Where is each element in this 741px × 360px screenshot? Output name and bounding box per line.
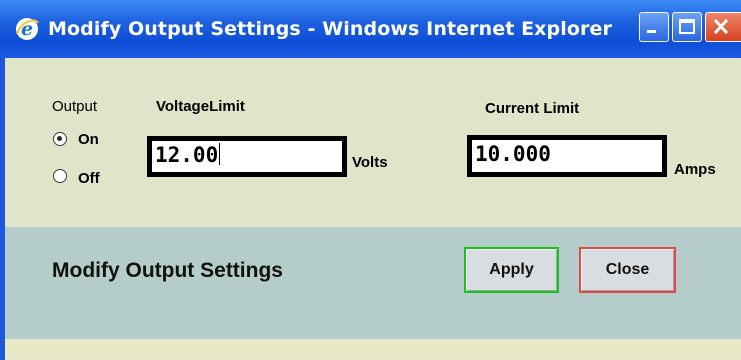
text-cursor	[219, 143, 221, 165]
output-off-label: Off	[78, 170, 100, 187]
action-bar: Modify Output Settings Apply Close	[5, 227, 741, 339]
amps-unit-label: Amps	[674, 161, 716, 178]
output-on-label: On	[78, 131, 99, 148]
apply-button[interactable]: Apply	[464, 247, 559, 293]
settings-panel: Output On Off VoltageLimit 12.00 Volts C…	[5, 58, 741, 227]
close-button[interactable]: Close	[579, 247, 676, 293]
maximize-icon	[679, 19, 695, 34]
title-bar[interactable]: e Modify Output Settings - Windows Inter…	[0, 0, 741, 58]
volts-unit-label: Volts	[352, 154, 388, 171]
window-title: Modify Output Settings - Windows Interne…	[48, 18, 612, 40]
output-off-radio[interactable]	[53, 169, 67, 183]
internet-explorer-icon: e	[16, 18, 39, 40]
browser-window: e Modify Output Settings - Windows Inter…	[0, 0, 741, 360]
action-title: Modify Output Settings	[52, 259, 283, 282]
current-limit-input[interactable]: 10.000	[467, 135, 667, 177]
voltage-limit-input[interactable]: 12.00	[147, 136, 347, 177]
close-icon	[713, 18, 729, 35]
output-on-radio[interactable]	[53, 132, 67, 146]
maximize-button[interactable]	[672, 12, 702, 42]
output-label: Output	[52, 98, 98, 115]
minimize-icon	[647, 30, 656, 33]
minimize-button[interactable]	[639, 12, 669, 42]
voltage-limit-value: 12.00	[155, 143, 219, 167]
close-window-button[interactable]	[705, 12, 741, 42]
current-limit-label: Current Limit	[485, 100, 580, 117]
voltage-limit-label: VoltageLimit	[156, 98, 245, 115]
current-limit-value: 10.000	[475, 142, 551, 166]
bottom-panel	[5, 339, 741, 360]
